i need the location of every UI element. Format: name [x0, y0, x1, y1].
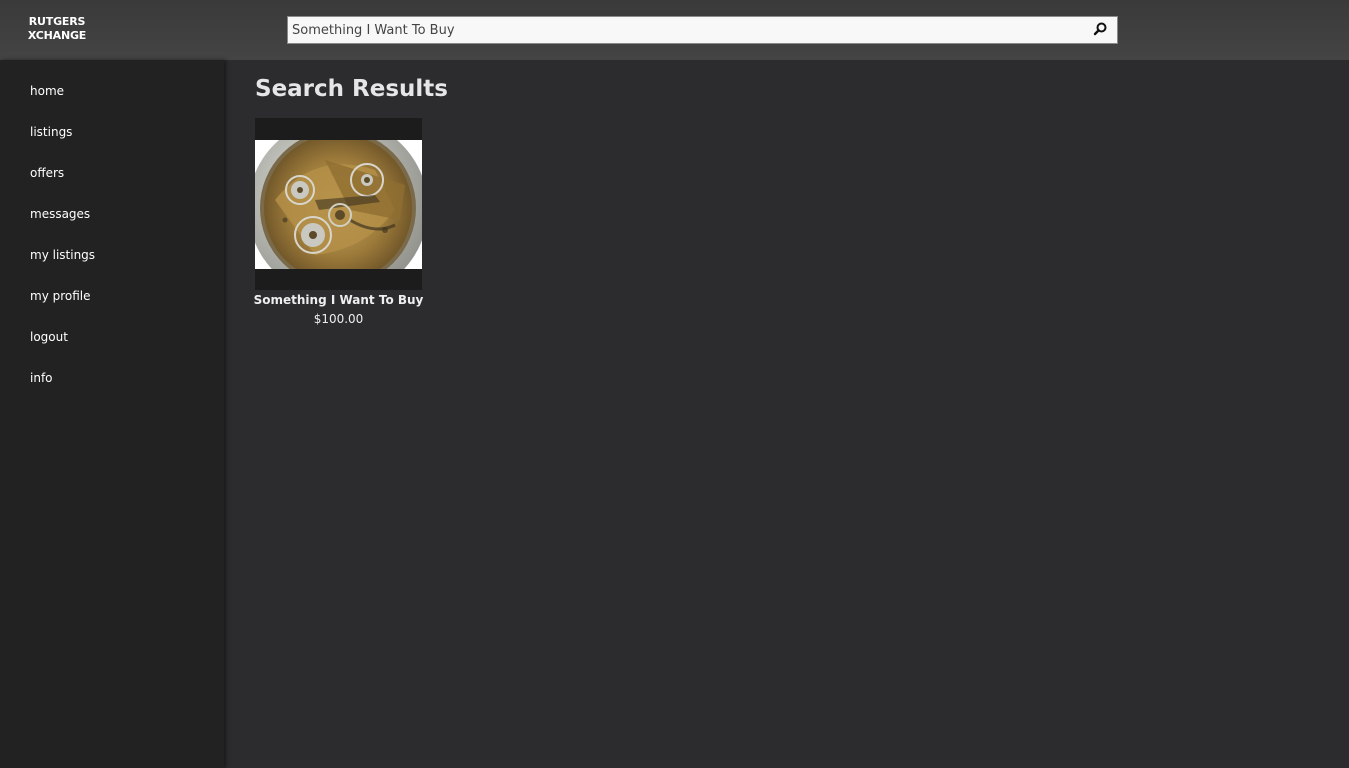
page-title: Search Results — [255, 76, 448, 102]
logo-line-2: XCHANGE — [27, 29, 87, 42]
sidebar-item-logout[interactable]: logout — [30, 329, 68, 345]
top-bar: RUTGERS XCHANGE — [0, 0, 1349, 60]
result-card[interactable] — [255, 118, 422, 290]
logo-line-1: RUTGERS — [28, 15, 86, 28]
sidebar: home listings offers messages my listing… — [0, 60, 224, 768]
search-input[interactable] — [288, 17, 1078, 43]
sidebar-item-home[interactable]: home — [30, 83, 64, 99]
sidebar-item-info[interactable]: info — [30, 370, 53, 386]
search-icon — [1093, 22, 1107, 36]
listing-image[interactable] — [255, 140, 422, 269]
listing-title[interactable]: Something I Want To Buy — [245, 292, 432, 308]
listing-price: $100.00 — [313, 312, 364, 326]
search-bar — [287, 16, 1118, 44]
search-button[interactable] — [1091, 20, 1111, 40]
sidebar-item-my-listings[interactable]: my listings — [30, 247, 95, 263]
sidebar-item-my-profile[interactable]: my profile — [30, 288, 91, 304]
site-logo[interactable]: RUTGERS XCHANGE — [22, 15, 92, 43]
sidebar-item-offers[interactable]: offers — [30, 165, 64, 181]
sidebar-item-listings[interactable]: listings — [30, 124, 72, 140]
sidebar-item-messages[interactable]: messages — [30, 206, 90, 222]
